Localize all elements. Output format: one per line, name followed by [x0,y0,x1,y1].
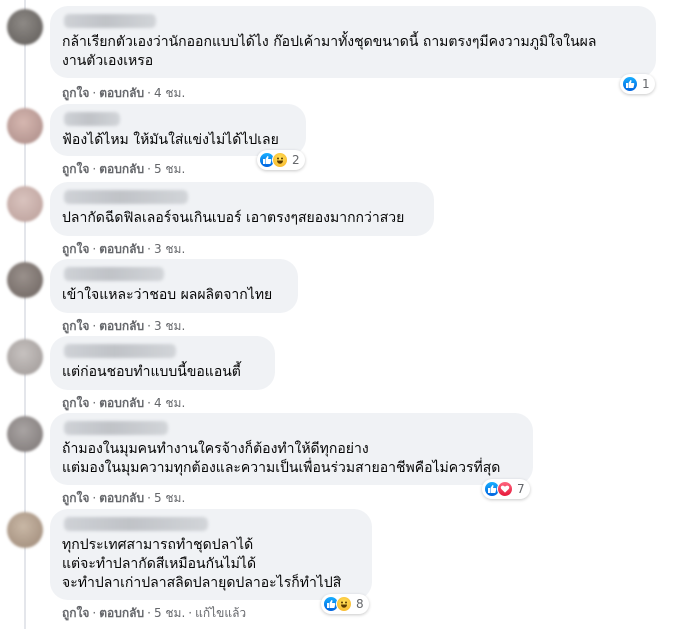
timestamp[interactable]: 4 ชม. [154,396,185,410]
reaction-count: 1 [642,77,650,91]
reply-link[interactable]: ตอบกลับ [99,86,144,100]
avatar[interactable] [7,186,43,222]
author-name-redacted[interactable] [64,14,156,28]
reply-link[interactable]: ตอบกลับ [99,242,144,256]
comment-text: ทุกประเทศสามารถทำชุดปลาได้ แต่จะทำปลากัด… [62,537,342,591]
reaction-summary[interactable]: 2 [257,150,305,170]
comment-actions: ถูกใจ · ตอบกลับ · 4 ชม. [62,396,186,410]
comment-bubble: กล้าเรียกตัวเองว่านักออกแบบได้ไง ก๊อปเค้… [50,6,656,78]
comment-actions: ถูกใจ · ตอบกลับ · 5 ชม. · แก้ไขแล้ว [62,606,247,620]
like-link[interactable]: ถูกใจ [62,606,89,620]
author-name-redacted[interactable] [64,517,208,531]
like-link[interactable]: ถูกใจ [62,242,89,256]
author-name-redacted[interactable] [64,190,188,204]
reaction-count: 7 [517,482,525,496]
avatar[interactable] [7,9,43,45]
author-name-redacted[interactable] [64,112,120,126]
haha-icon [272,152,288,168]
reply-link[interactable]: ตอบกลับ [99,162,144,176]
comment-text: ปลากัดฉีดฟิลเลอร์จนเกินเบอร์ เอาตรงๆสยอง… [62,210,405,226]
comment-bubble: ทุกประเทศสามารถทำชุดปลาได้ แต่จะทำปลากัด… [50,509,372,600]
reaction-count: 2 [292,153,300,167]
like-link[interactable]: ถูกใจ [62,396,89,410]
like-link[interactable]: ถูกใจ [62,162,89,176]
timestamp[interactable]: 5 ชม. [154,491,185,505]
avatar[interactable] [7,262,43,298]
reaction-summary[interactable]: 1 [620,74,655,94]
comment-bubble: ถ้ามองในมุมคนทำงานใครจ้างก็ต้องทำให้ดีทุ… [50,413,533,485]
avatar[interactable] [7,108,43,144]
comment-bubble: แต่ก่อนชอบทำแบบนี้ขอแอนตี้ [50,336,275,390]
love-icon [497,481,513,497]
timestamp[interactable]: 5 ชม. [154,606,185,620]
reply-link[interactable]: ตอบกลับ [99,606,144,620]
comment-actions: ถูกใจ · ตอบกลับ · 3 ชม. [62,242,186,256]
reply-link[interactable]: ตอบกลับ [99,491,144,505]
reaction-summary[interactable]: 7 [482,479,530,499]
haha-icon [336,596,352,612]
author-name-redacted[interactable] [64,421,168,435]
like-link[interactable]: ถูกใจ [62,319,89,333]
edited-label[interactable]: แก้ไขแล้ว [195,606,246,620]
timestamp[interactable]: 3 ชม. [154,242,185,256]
like-link[interactable]: ถูกใจ [62,491,89,505]
comment-bubble: เข้าใจแหละว่าชอบ ผลผลิตจากไทย [50,259,298,313]
avatar[interactable] [7,339,43,375]
comment-actions: ถูกใจ · ตอบกลับ · 5 ชม. [62,162,186,176]
like-link[interactable]: ถูกใจ [62,86,89,100]
comment-bubble: ฟ้องได้ไหม ให้มันใส่แข่งไม่ได้ไปเลย [50,104,306,156]
comment-bubble: ปลากัดฉีดฟิลเลอร์จนเกินเบอร์ เอาตรงๆสยอง… [50,182,434,236]
author-name-redacted[interactable] [64,344,176,358]
timestamp[interactable]: 5 ชม. [154,162,185,176]
comment-text: ฟ้องได้ไหม ให้มันใส่แข่งไม่ได้ไปเลย [62,132,279,148]
author-name-redacted[interactable] [64,267,164,281]
like-icon [622,76,638,92]
reaction-summary[interactable]: 8 [321,594,369,614]
comment-actions: ถูกใจ · ตอบกลับ · 5 ชม. [62,491,186,505]
avatar[interactable] [7,416,43,452]
reaction-count: 8 [356,597,364,611]
timestamp[interactable]: 4 ชม. [154,86,185,100]
comment-text: แต่ก่อนชอบทำแบบนี้ขอแอนตี้ [62,364,241,380]
comment-actions: ถูกใจ · ตอบกลับ · 3 ชม. [62,319,186,333]
timestamp[interactable]: 3 ชม. [154,319,185,333]
avatar[interactable] [7,512,43,548]
comment-text: เข้าใจแหละว่าชอบ ผลผลิตจากไทย [62,287,273,303]
reply-link[interactable]: ตอบกลับ [99,319,144,333]
comment-text: ถ้ามองในมุมคนทำงานใครจ้างก็ต้องทำให้ดีทุ… [62,441,501,476]
comment-text: กล้าเรียกตัวเองว่านักออกแบบได้ไง ก๊อปเค้… [62,34,597,69]
reply-link[interactable]: ตอบกลับ [99,396,144,410]
comment-actions: ถูกใจ · ตอบกลับ · 4 ชม. [62,86,186,100]
